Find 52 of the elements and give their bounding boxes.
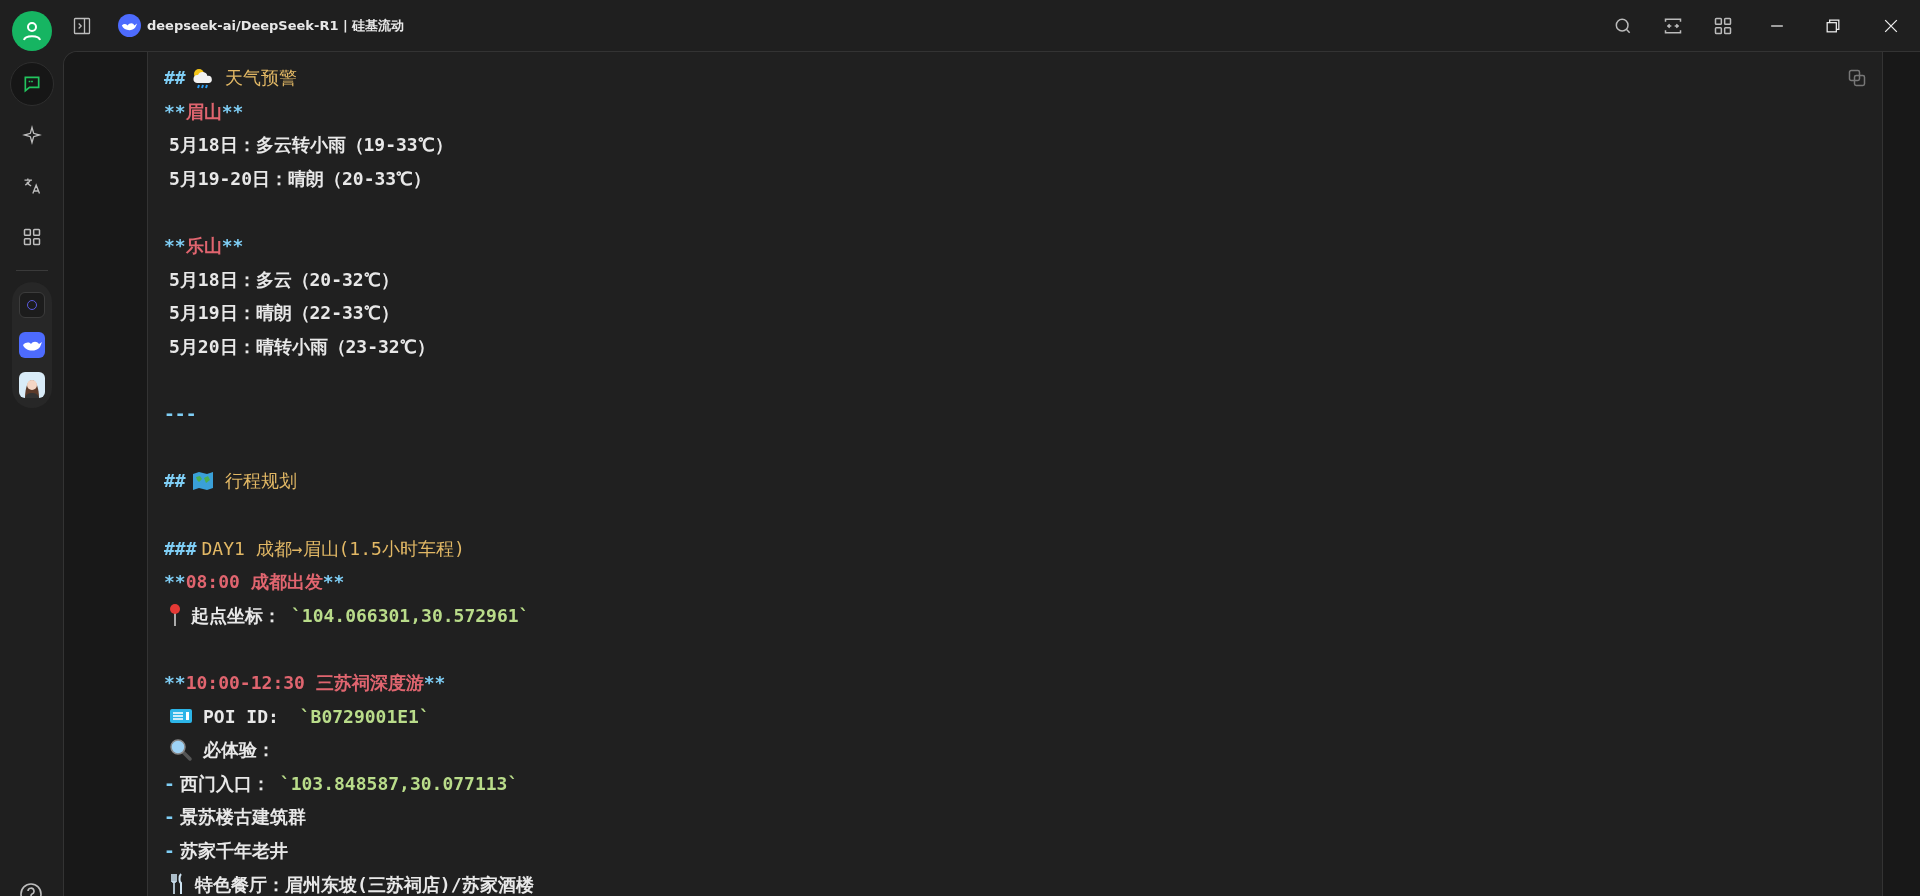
markdown-marker: ** [164, 570, 186, 595]
window-title: deepseek-ai/DeepSeek-R1 | 硅基流动 [147, 16, 405, 35]
bold-text: 乐山 [185, 234, 222, 259]
line-text: 景苏楼古建筑群 [179, 805, 306, 830]
line-text: 起点坐标： [191, 603, 281, 628]
bold-text: 10:00-12:30 三苏祠深度游 [185, 671, 424, 695]
sidebar-button[interactable] [9, 62, 54, 106]
markdown-marker: ** [221, 234, 244, 259]
markdown-marker: ## [164, 66, 186, 91]
pin-icon [169, 603, 181, 628]
avatar-app-icon[interactable] [18, 372, 45, 398]
markdown-marker: ** [164, 671, 186, 695]
heading-text: 行程规划 [224, 469, 297, 494]
line-text: 苏家千年老井 [179, 838, 288, 863]
markdown-marker: - [164, 838, 175, 863]
markdown-marker: - [164, 771, 175, 796]
markdown-marker: ### [164, 536, 197, 561]
grid-icon[interactable] [1713, 15, 1733, 36]
markdown-marker: ** [322, 570, 345, 595]
copy-icon[interactable] [1847, 68, 1867, 88]
user-avatar[interactable] [11, 11, 52, 51]
line-text: 西门入口： [179, 771, 270, 796]
markdown-marker: ** [164, 99, 186, 124]
whale-logo-icon [118, 14, 141, 37]
markdown-marker: --- [164, 402, 197, 427]
markdown-marker: ** [221, 99, 244, 124]
line-text: 5月19日：晴朗（22-33℃） [169, 301, 399, 326]
sparkle-icon [21, 125, 42, 145]
line-text: POI ID: [203, 704, 280, 729]
heading-text: DAY1 成都→眉山(1.5小时车程) [201, 536, 465, 561]
line-text: 必体验： [203, 738, 275, 763]
line-text: 5月18日：多云（20-32℃） [169, 267, 399, 292]
ai-app-icon[interactable] [18, 292, 45, 318]
markdown-marker: - [164, 805, 175, 830]
bold-text: 眉山 [185, 99, 222, 124]
heading-text: 天气预警 [224, 66, 297, 91]
markdown-marker: ** [423, 671, 446, 695]
code-text: `B0729001E1` [299, 704, 430, 729]
fork-knife-icon [169, 872, 185, 896]
code-text: `104.066301,30.572961` [291, 603, 530, 628]
grid-icon [21, 227, 42, 247]
whale-app-icon[interactable] [18, 332, 45, 358]
line-text: 5月18日：多云转小雨（19-33℃） [169, 133, 453, 158]
markdown-marker: ** [164, 234, 186, 259]
line-text: 5月20日：晴转小雨（23-32℃） [169, 335, 435, 360]
line-text: 特色餐厅：眉州东坡(三苏祠店)/苏家酒楼 [195, 872, 534, 896]
bold-text: 08:00 成都出发 [185, 570, 323, 595]
sidebar-toggle-icon[interactable] [72, 15, 92, 36]
line-text: 5月19-20日：晴朗（20-33℃） [169, 167, 432, 192]
magnifier-icon [169, 737, 193, 762]
markdown-marker: ## [164, 469, 186, 494]
code-text: `103.848587,30.077113` [279, 771, 519, 796]
